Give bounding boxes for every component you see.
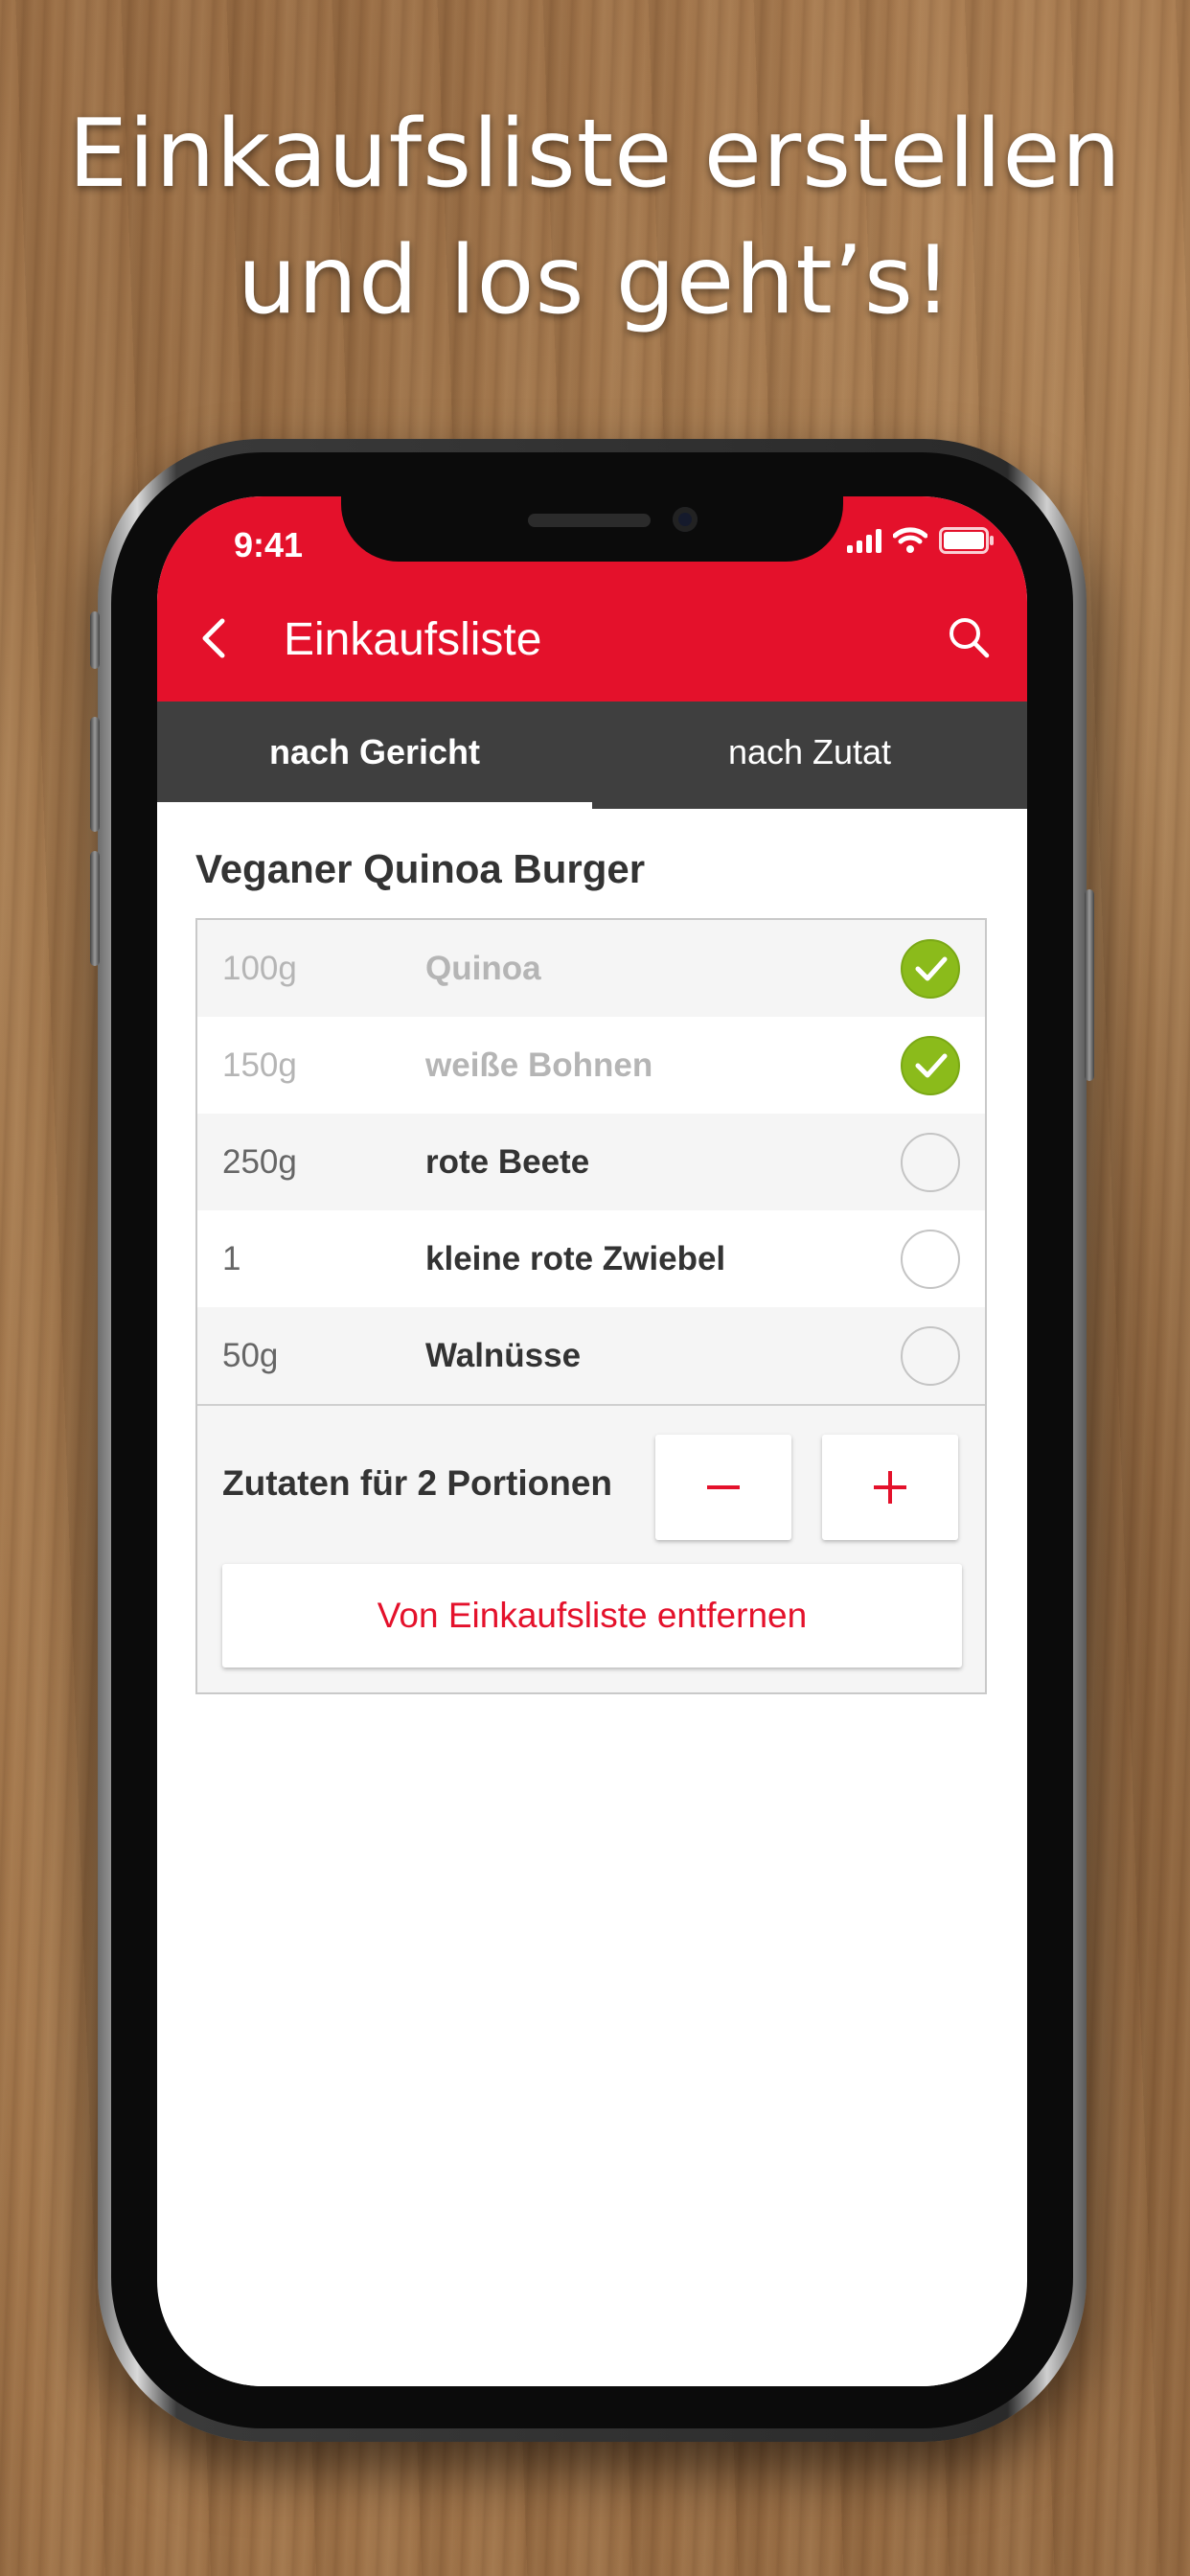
tab-nach-gericht[interactable]: nach Gericht <box>157 702 592 809</box>
status-icons <box>847 527 994 554</box>
portion-control: Zutaten für 2 Portionen Von Einkaufslist… <box>197 1406 985 1668</box>
ingredient-qty: 50g <box>222 1336 279 1374</box>
search-icon[interactable] <box>947 615 991 659</box>
page-title: Einkaufsliste <box>284 614 542 665</box>
portion-label: Zutaten für 2 Portionen <box>222 1463 612 1503</box>
ingredient-name: Quinoa <box>425 949 541 987</box>
ingredient-name: rote Beete <box>425 1142 590 1181</box>
ingredient-name: Walnüsse <box>425 1336 582 1374</box>
headline: Einkaufsliste erstellen und los geht’s! <box>0 91 1190 344</box>
empty-circle-icon[interactable] <box>901 1229 960 1289</box>
ingredient-row[interactable]: 150g weiße Bohnen <box>197 1017 985 1114</box>
recipe-card: 100g Quinoa 150g weiße Bohnen 250g rote … <box>195 918 987 1694</box>
chevron-left-icon[interactable] <box>195 615 234 661</box>
front-camera <box>673 507 698 532</box>
phone-power-button <box>1085 889 1094 1081</box>
phone-frame: 9:41 Einkaufsliste nach Gericht nach Zut… <box>90 439 1094 2442</box>
checkmark-circle-icon[interactable] <box>901 938 960 999</box>
checkmark-circle-icon[interactable] <box>901 1035 960 1095</box>
ingredient-name: kleine rote Zwiebel <box>425 1239 726 1277</box>
remove-from-list-button[interactable]: Von Einkaufsliste entfernen <box>222 1564 962 1668</box>
phone-notch <box>341 496 843 562</box>
speaker-grille <box>528 514 651 527</box>
signal-icon <box>847 528 881 553</box>
plus-icon-vertical <box>888 1471 892 1504</box>
ingredient-qty: 250g <box>222 1142 297 1181</box>
ingredient-row[interactable]: 1 kleine rote Zwiebel <box>197 1210 985 1307</box>
decrease-portions-button[interactable] <box>655 1435 791 1540</box>
recipe-title: Veganer Quinoa Burger <box>195 846 646 891</box>
status-time: 9:41 <box>234 525 304 564</box>
headline-line-1: Einkaufsliste erstellen <box>68 100 1122 209</box>
ingredient-qty: 150g <box>222 1046 297 1084</box>
ingredient-row[interactable]: 250g rote Beete <box>197 1114 985 1210</box>
phone-volume-down <box>90 851 100 966</box>
screen-bottom <box>157 2310 1027 2386</box>
empty-circle-icon[interactable] <box>901 1325 960 1386</box>
phone-screen: 9:41 Einkaufsliste nach Gericht nach Zut… <box>157 496 1027 2386</box>
empty-circle-icon[interactable] <box>901 1132 960 1192</box>
headline-line-2: und los geht’s! <box>237 226 953 335</box>
ingredient-row[interactable]: 50g Walnüsse <box>197 1307 985 1404</box>
ingredient-qty: 1 <box>222 1239 241 1277</box>
phone-mute-switch <box>90 611 100 669</box>
battery-icon <box>939 527 994 554</box>
minus-icon <box>707 1485 740 1489</box>
tab-bar: nach Gericht nach Zutat <box>157 702 1027 809</box>
ingredient-row[interactable]: 100g Quinoa <box>197 920 985 1017</box>
wifi-icon <box>893 527 927 553</box>
increase-portions-button[interactable] <box>822 1435 958 1540</box>
ingredient-qty: 100g <box>222 949 297 987</box>
ingredient-name: weiße Bohnen <box>425 1046 653 1084</box>
tab-nach-zutat[interactable]: nach Zutat <box>592 702 1027 809</box>
phone-volume-up <box>90 717 100 832</box>
